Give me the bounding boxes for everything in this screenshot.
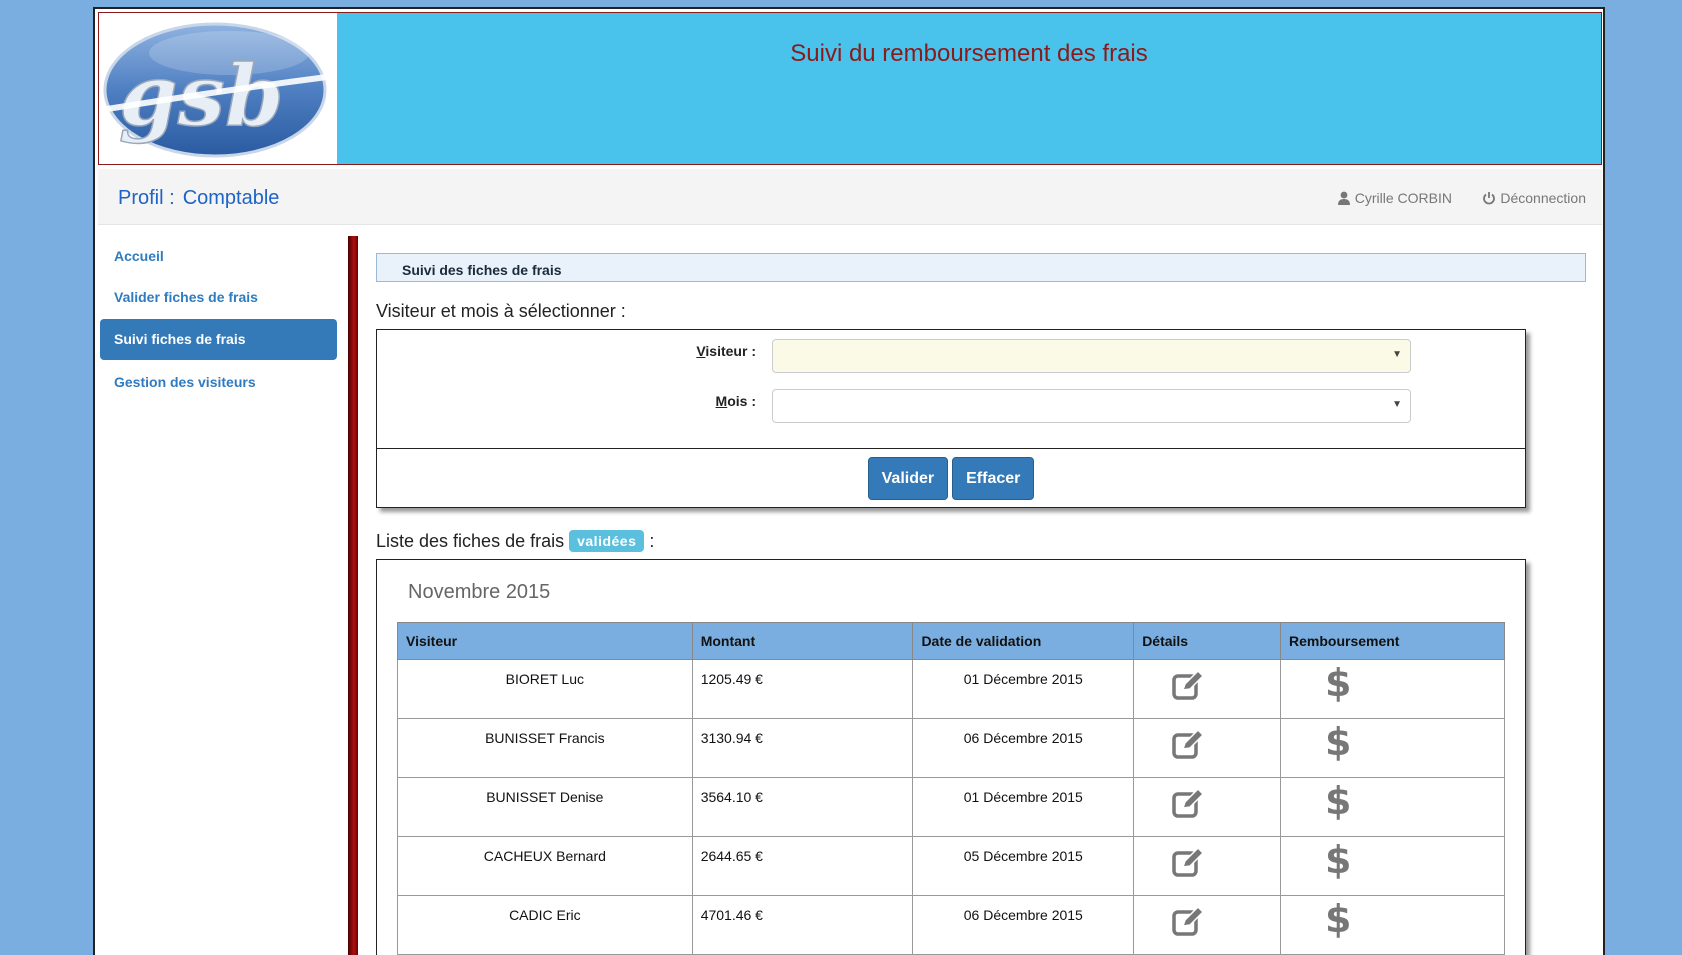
cell-montant: 1205.49 €	[691, 659, 914, 719]
list-label-text: Liste des fiches de frais	[376, 530, 565, 551]
fiches-table: Visiteur Montant Date de validation Déta…	[397, 622, 1505, 955]
cell-remboursement: $	[1280, 718, 1505, 778]
edit-icon[interactable]	[1172, 787, 1205, 818]
dollar-icon[interactable]: $	[1325, 661, 1351, 705]
logout-link[interactable]: Déconnection	[1482, 190, 1586, 206]
cell-date: 01 Décembre 2015	[912, 777, 1135, 837]
sidebar-divider	[348, 236, 358, 955]
cell-remboursement: $	[1280, 659, 1505, 719]
cell-visiteur: CADIC Eric	[397, 895, 693, 955]
effacer-button[interactable]: Effacer	[952, 456, 1035, 500]
gsb-logo: gsb	[99, 13, 337, 164]
edit-icon[interactable]	[1172, 905, 1205, 936]
table-row: CACHEUX Bernard 2644.65 €05 Décembre 2015…	[397, 836, 1505, 896]
edit-icon[interactable]	[1172, 846, 1205, 877]
profile-bar: Profil : Comptable Cyrille CORBIN Déconne…	[98, 169, 1602, 225]
profile-value: Comptable	[182, 187, 280, 209]
col-header-remboursement: Remboursement	[1280, 622, 1505, 660]
chevron-down-icon: ▼	[1392, 399, 1402, 410]
dollar-icon[interactable]: $	[1325, 897, 1351, 941]
main-content: Suivi des fiches de frais Visiteur et mo…	[376, 253, 1586, 955]
user-name: Cyrille CORBIN	[1354, 190, 1452, 206]
visiteur-label-text: isiteur :	[705, 343, 756, 359]
power-icon	[1483, 192, 1496, 205]
edit-icon[interactable]	[1172, 728, 1205, 759]
selection-actions: Valider Effacer	[377, 449, 1525, 507]
app-title: Suivi du remboursement des frais	[790, 40, 1148, 67]
panel-title: Suivi des fiches de frais	[376, 253, 1586, 282]
status-badge: validées	[569, 530, 645, 552]
cell-remboursement: $	[1280, 895, 1505, 955]
logout-label: Déconnection	[1500, 190, 1586, 206]
user-icon	[1337, 191, 1350, 205]
cell-date: 05 Décembre 2015	[912, 836, 1135, 896]
sidebar-item-gestion-visiteurs[interactable]: Gestion des visiteurs	[100, 363, 337, 401]
dollar-icon[interactable]: $	[1325, 720, 1351, 764]
fiches-list-panel: Novembre 2015 Visiteur Montant Date de v…	[376, 559, 1526, 955]
valider-button[interactable]: Valider	[867, 456, 949, 500]
edit-icon[interactable]	[1172, 669, 1205, 700]
cell-montant: 4701.46 €	[691, 895, 914, 955]
cell-remboursement: $	[1280, 777, 1505, 837]
visiteur-select[interactable]: ▼	[772, 339, 1411, 373]
col-header-details: Détails	[1133, 622, 1281, 660]
page-frame: gsb Suivi du remboursement des frais Pro…	[93, 7, 1605, 955]
mois-label: Mois :	[716, 393, 756, 409]
cell-visiteur: BUNISSET Francis	[397, 718, 693, 778]
user-link[interactable]: Cyrille CORBIN	[1337, 190, 1452, 206]
dollar-icon[interactable]: $	[1325, 838, 1351, 882]
dollar-icon[interactable]: $	[1325, 779, 1351, 823]
cell-details	[1133, 777, 1281, 837]
mois-label-text: ois :	[727, 393, 756, 409]
sidebar-item-suivi-fiches[interactable]: Suivi fiches de frais	[100, 319, 337, 360]
table-row: CADIC Eric 4701.46 €06 Décembre 2015 $	[397, 895, 1505, 955]
col-header-date: Date de validation	[912, 622, 1135, 660]
table-row: BIORET Luc 1205.49 €01 Décembre 2015 $	[397, 659, 1505, 719]
app-header: gsb Suivi du remboursement des frais	[98, 12, 1602, 165]
gsb-logo-image: gsb	[103, 22, 328, 158]
sidebar-item-valider-fiches[interactable]: Valider fiches de frais	[100, 278, 337, 316]
cell-details	[1133, 718, 1281, 778]
cell-date: 01 Décembre 2015	[912, 659, 1135, 719]
col-header-montant: Montant	[691, 622, 914, 660]
chevron-down-icon: ▼	[1392, 349, 1402, 360]
month-title: Novembre 2015	[408, 581, 551, 603]
cell-details	[1133, 836, 1281, 896]
cell-montant: 3564.10 €	[691, 777, 914, 837]
profile-label: Profil : Comptable	[118, 187, 287, 210]
list-section-label: Liste des fiches de frais validées :	[376, 529, 1586, 553]
mois-label-accesskey: M	[715, 393, 728, 409]
sidebar: Accueil Valider fiches de frais Suivi fi…	[100, 237, 337, 404]
cell-date: 06 Décembre 2015	[912, 895, 1135, 955]
mois-select[interactable]: ▼	[772, 389, 1411, 423]
cell-remboursement: $	[1280, 836, 1505, 896]
table-row: BUNISSET Francis 3130.94 €06 Décembre 201…	[397, 718, 1505, 778]
cell-visiteur: CACHEUX Bernard	[397, 836, 693, 896]
cell-montant: 2644.65 €	[691, 836, 914, 896]
cell-date: 06 Décembre 2015	[912, 718, 1135, 778]
visiteur-label: Visiteur :	[696, 343, 756, 359]
profile-prefix: Profil :	[118, 187, 175, 209]
cell-montant: 3130.94 €	[691, 718, 914, 778]
cell-visiteur: BUNISSET Denise	[397, 777, 693, 837]
col-header-visiteur: Visiteur	[397, 622, 693, 660]
cell-details	[1133, 895, 1281, 955]
selection-fields: Visiteur : ▼ Mois : ▼	[377, 330, 1525, 449]
cell-visiteur: BIORET Luc	[397, 659, 693, 719]
select-section-label: Visiteur et mois à sélectionner :	[376, 301, 626, 321]
cell-details	[1133, 659, 1281, 719]
table-row: BUNISSET Denise 3564.10 €01 Décembre 2015…	[397, 777, 1505, 837]
list-label-suffix: :	[649, 530, 655, 551]
table-header-row: Visiteur Montant Date de validation Déta…	[397, 622, 1505, 660]
sidebar-item-accueil[interactable]: Accueil	[100, 237, 337, 275]
selection-form: Visiteur : ▼ Mois : ▼ Valider Effacer	[376, 329, 1526, 508]
